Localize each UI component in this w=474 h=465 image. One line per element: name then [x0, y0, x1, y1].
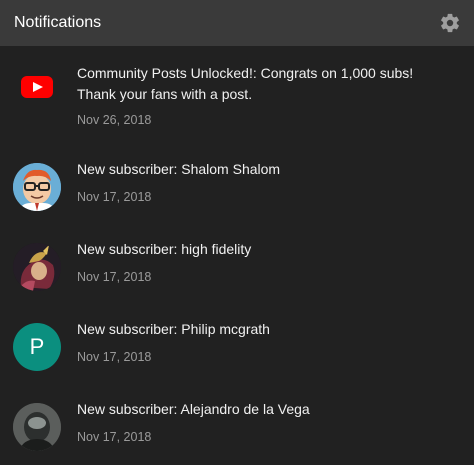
notifications-header: Notifications	[0, 0, 474, 46]
notification-text: Community Posts Unlocked!: Congrats on 1…	[77, 65, 414, 102]
avatar	[13, 403, 61, 451]
notification-item[interactable]: New subscriber: Shalom Shalom Nov 17, 20…	[0, 141, 474, 225]
photo-avatar-icon	[13, 403, 61, 451]
notification-text: New subscriber: Philip mcgrath	[77, 321, 270, 337]
gear-icon	[441, 13, 459, 33]
settings-gear-icon[interactable]	[439, 12, 461, 34]
cartoon-avatar-icon	[13, 163, 61, 211]
notification-date: Nov 17, 2018	[77, 190, 152, 204]
notification-text: New subscriber: Alejandro de la Vega	[77, 401, 310, 417]
character-avatar-icon	[13, 243, 61, 291]
youtube-logo-icon	[21, 76, 53, 98]
notification-text: New subscriber: Shalom Shalom	[77, 161, 281, 177]
notification-item[interactable]: New subscriber: high fidelity Nov 17, 20…	[0, 221, 474, 305]
letter-avatar: P	[13, 323, 61, 371]
notification-date: Nov 26, 2018	[77, 113, 152, 127]
notification-date: Nov 17, 2018	[77, 270, 152, 284]
notification-item[interactable]: P New subscriber: Philip mcgrath Nov 17,…	[0, 301, 474, 385]
notification-date: Nov 17, 2018	[77, 350, 152, 364]
notification-text: New subscriber: high fidelity	[77, 241, 252, 257]
notification-date: Nov 17, 2018	[77, 430, 152, 444]
avatar	[13, 163, 61, 211]
notification-item[interactable]: Community Posts Unlocked!: Congrats on 1…	[0, 46, 474, 130]
notification-item[interactable]: New subscriber: Alejandro de la Vega Nov…	[0, 381, 474, 465]
panel-title: Notifications	[14, 14, 102, 31]
avatar	[13, 243, 61, 291]
